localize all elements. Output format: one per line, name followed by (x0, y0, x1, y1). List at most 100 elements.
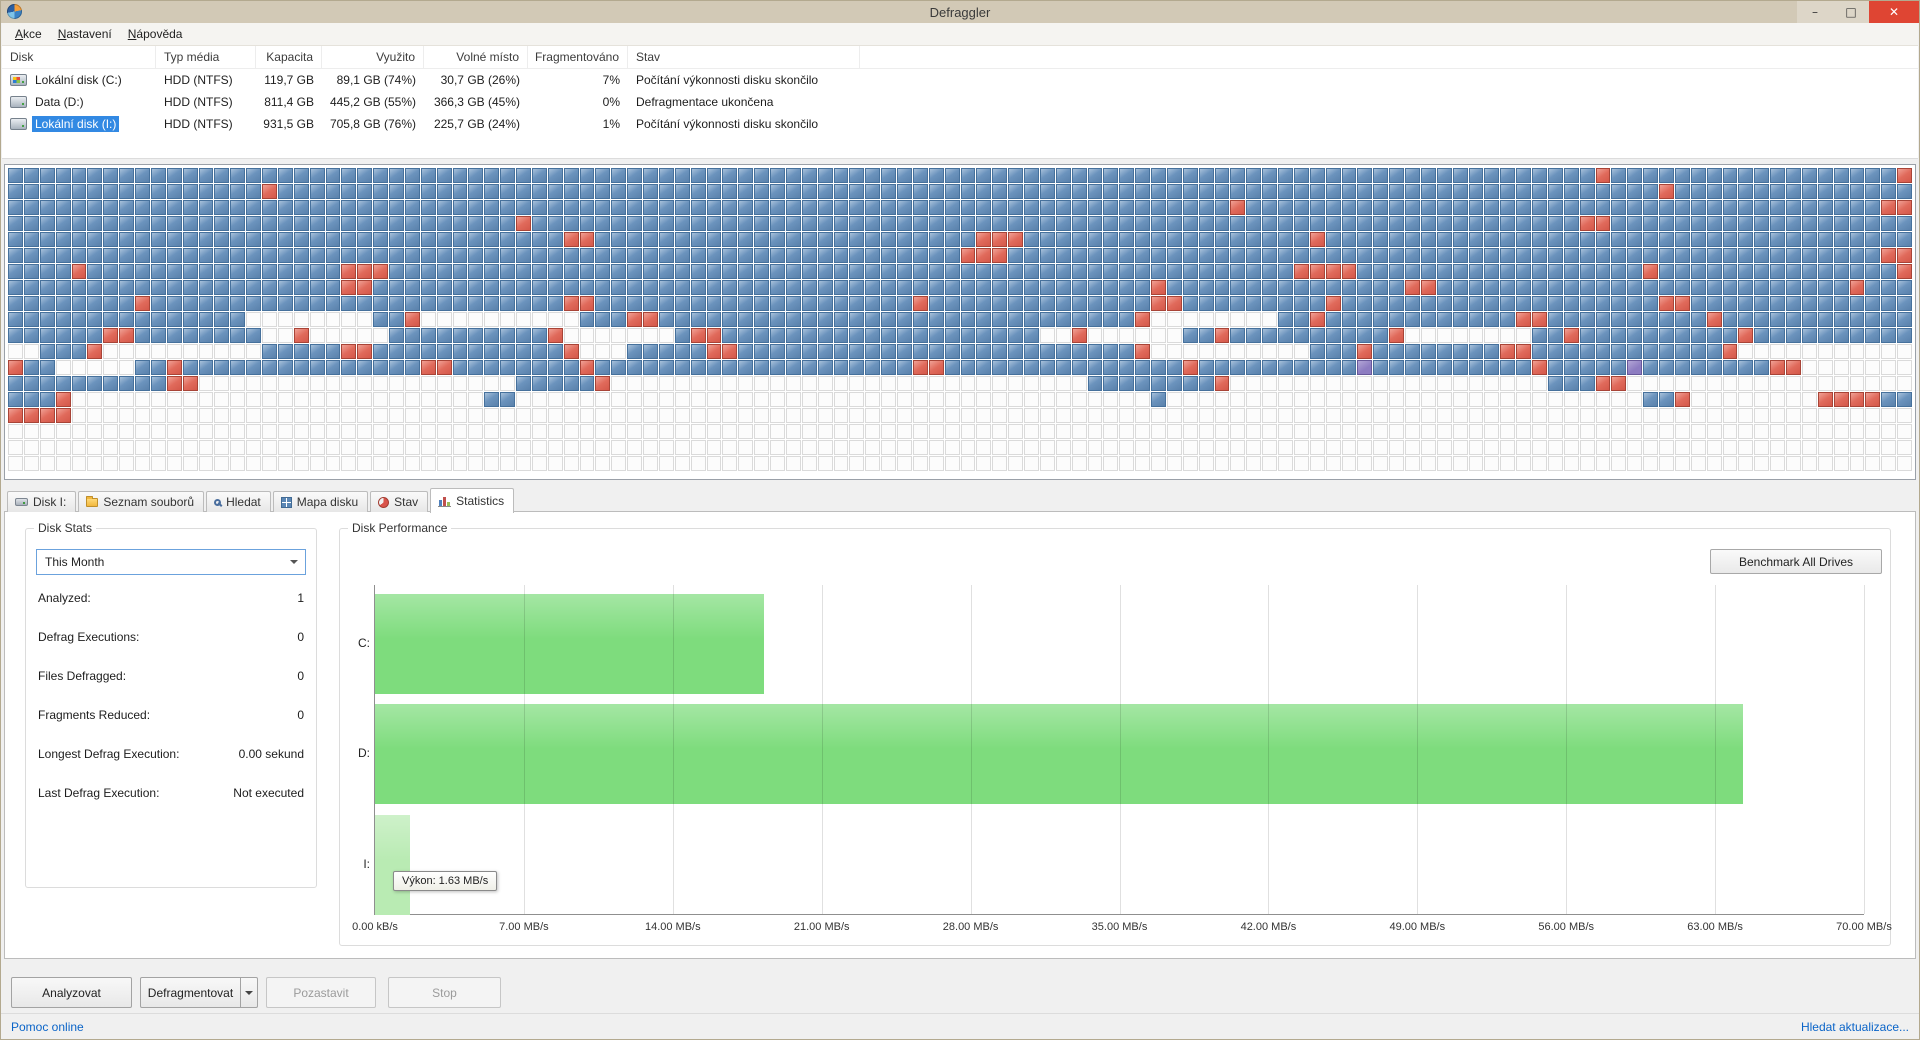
map-block-used[interactable] (1818, 264, 1833, 279)
map-block-free[interactable] (1072, 376, 1087, 391)
map-block-free[interactable] (151, 408, 166, 423)
map-block-free[interactable] (72, 440, 87, 455)
map-block-used[interactable] (262, 360, 277, 375)
map-block-free[interactable] (389, 424, 404, 439)
map-block-used[interactable] (1119, 248, 1134, 263)
map-block-used[interactable] (167, 248, 182, 263)
map-block-used[interactable] (214, 184, 229, 199)
map-block-used[interactable] (230, 200, 245, 215)
map-block-free[interactable] (294, 408, 309, 423)
map-block-used[interactable] (1072, 280, 1087, 295)
map-block-used[interactable] (1770, 216, 1785, 231)
map-block-used[interactable] (1627, 184, 1642, 199)
map-block-used[interactable] (532, 328, 547, 343)
map-block-fragmented[interactable] (1564, 328, 1579, 343)
map-block-used[interactable] (1881, 168, 1896, 183)
map-block-used[interactable] (1437, 200, 1452, 215)
map-block-used[interactable] (1548, 264, 1563, 279)
map-block-free[interactable] (865, 424, 880, 439)
map-block-free[interactable] (1230, 312, 1245, 327)
map-block-fragmented[interactable] (1850, 280, 1865, 295)
map-block-used[interactable] (786, 184, 801, 199)
map-block-used[interactable] (1421, 184, 1436, 199)
map-block-free[interactable] (1294, 408, 1309, 423)
map-block-free[interactable] (1580, 456, 1595, 471)
map-block-used[interactable] (929, 264, 944, 279)
map-block-used[interactable] (1357, 328, 1372, 343)
map-block-used[interactable] (1119, 200, 1134, 215)
map-block-free[interactable] (897, 408, 912, 423)
map-block-free[interactable] (135, 392, 150, 407)
map-block-free[interactable] (1453, 328, 1468, 343)
map-block-free[interactable] (1326, 424, 1341, 439)
map-block-free[interactable] (1516, 392, 1531, 407)
map-block-used[interactable] (1088, 360, 1103, 375)
map-block-used[interactable] (627, 232, 642, 247)
map-block-free[interactable] (1167, 456, 1182, 471)
map-block-used[interactable] (1040, 232, 1055, 247)
map-block-free[interactable] (373, 424, 388, 439)
map-block-free[interactable] (1469, 424, 1484, 439)
map-block-used[interactable] (1278, 232, 1293, 247)
map-block-used[interactable] (1596, 248, 1611, 263)
map-block-used[interactable] (516, 376, 531, 391)
map-block-fragmented[interactable] (373, 264, 388, 279)
map-block-used[interactable] (976, 360, 991, 375)
map-block-used[interactable] (1596, 184, 1611, 199)
map-block-used[interactable] (40, 184, 55, 199)
map-block-used[interactable] (1088, 312, 1103, 327)
map-block-used[interactable] (1373, 184, 1388, 199)
map-block-used[interactable] (56, 232, 71, 247)
map-block-used[interactable] (1103, 264, 1118, 279)
map-block-free[interactable] (167, 456, 182, 471)
map-block-used[interactable] (1754, 232, 1769, 247)
map-block-free[interactable] (1183, 440, 1198, 455)
map-block-used[interactable] (722, 296, 737, 311)
map-block-free[interactable] (103, 360, 118, 375)
map-block-free[interactable] (24, 440, 39, 455)
map-block-free[interactable] (1357, 456, 1372, 471)
map-block-free[interactable] (1659, 424, 1674, 439)
map-block-free[interactable] (8, 456, 23, 471)
map-block-free[interactable] (326, 312, 341, 327)
map-block-fragmented[interactable] (1151, 280, 1166, 295)
map-block-free[interactable] (1405, 376, 1420, 391)
map-block-used[interactable] (278, 344, 293, 359)
map-block-used[interactable] (1786, 184, 1801, 199)
map-block-free[interactable] (881, 392, 896, 407)
map-block-used[interactable] (1484, 296, 1499, 311)
map-block-used[interactable] (1167, 360, 1182, 375)
map-block-free[interactable] (1405, 408, 1420, 423)
map-block-used[interactable] (976, 328, 991, 343)
map-block-free[interactable] (1199, 392, 1214, 407)
map-block-used[interactable] (929, 280, 944, 295)
map-block-used[interactable] (881, 264, 896, 279)
map-block-used[interactable] (849, 264, 864, 279)
map-block-used[interactable] (1516, 264, 1531, 279)
map-block-used[interactable] (1596, 264, 1611, 279)
map-block-free[interactable] (722, 456, 737, 471)
map-block-free[interactable] (1738, 344, 1753, 359)
map-block-used[interactable] (1040, 248, 1055, 263)
map-block-used[interactable] (1119, 168, 1134, 183)
map-block-free[interactable] (341, 376, 356, 391)
map-block-used[interactable] (1786, 328, 1801, 343)
map-block-fragmented[interactable] (1326, 296, 1341, 311)
map-block-free[interactable] (326, 456, 341, 471)
map-block-free[interactable] (421, 440, 436, 455)
map-block-free[interactable] (468, 408, 483, 423)
map-block-used[interactable] (326, 264, 341, 279)
map-block-used[interactable] (87, 184, 102, 199)
map-block-used[interactable] (1754, 360, 1769, 375)
map-block-used[interactable] (849, 232, 864, 247)
map-block-used[interactable] (310, 168, 325, 183)
map-block-free[interactable] (516, 440, 531, 455)
map-block-free[interactable] (405, 424, 420, 439)
map-block-free[interactable] (119, 360, 134, 375)
map-block-used[interactable] (1469, 248, 1484, 263)
map-block-used[interactable] (849, 360, 864, 375)
map-block-used[interactable] (834, 296, 849, 311)
map-block-free[interactable] (1580, 392, 1595, 407)
map-block-used[interactable] (849, 184, 864, 199)
map-block-free[interactable] (1707, 376, 1722, 391)
